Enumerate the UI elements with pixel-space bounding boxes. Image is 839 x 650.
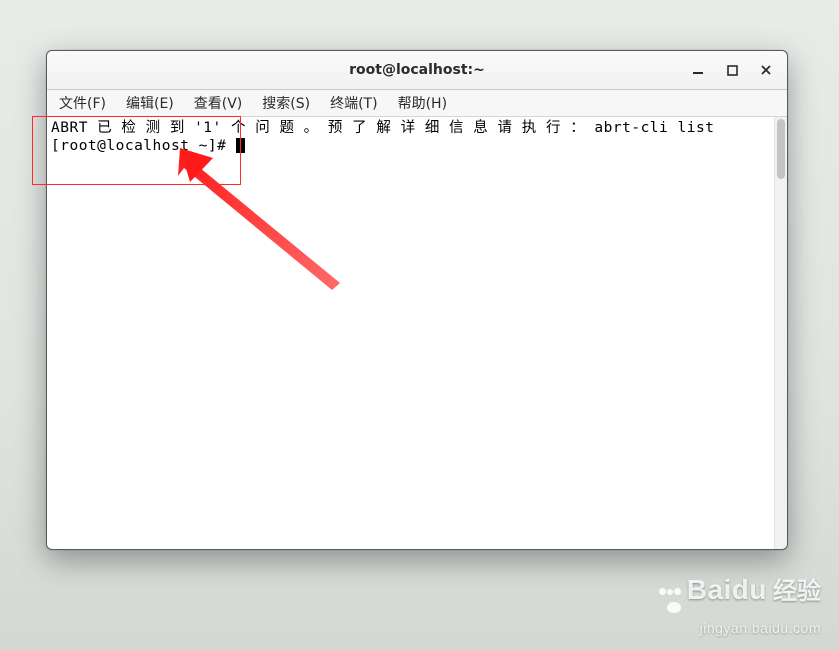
close-button[interactable] [749,55,783,85]
terminal[interactable]: ABRT 已 检 测 到 '1' 个 问 题 。 预 了 解 详 细 信 息 请… [47,117,774,549]
menu-file[interactable]: 文件(F) [53,91,112,115]
terminal-window: root@localhost:~ 文件(F) 编辑(E) 查看(V) 搜索(S)… [46,50,788,550]
menu-search[interactable]: 搜索(S) [256,91,316,115]
terminal-cursor [236,138,245,153]
scrollbar-thumb[interactable] [777,119,785,179]
window-controls [681,55,783,85]
scrollbar[interactable] [774,117,787,549]
terminal-output-line: ABRT 已 检 测 到 '1' 个 问 题 。 预 了 解 详 细 信 息 请… [51,120,714,136]
watermark-url: jingyan.baidu.com [658,620,821,636]
watermark-cn: 经验 [773,571,821,606]
paw-icon [658,582,681,618]
watermark: Baidu 经验 jingyan.baidu.com [658,571,821,636]
menu-edit[interactable]: 编辑(E) [120,91,180,115]
menubar: 文件(F) 编辑(E) 查看(V) 搜索(S) 终端(T) 帮助(H) [47,90,787,117]
terminal-prompt: [root@localhost ~]# [51,138,236,154]
minimize-button[interactable] [681,55,715,85]
titlebar: root@localhost:~ [47,51,787,90]
menu-view[interactable]: 查看(V) [188,91,249,115]
menu-terminal[interactable]: 终端(T) [324,91,383,115]
watermark-brand: Baidu [687,574,767,606]
terminal-area: ABRT 已 检 测 到 '1' 个 问 题 。 预 了 解 详 细 信 息 请… [47,117,787,549]
menu-help[interactable]: 帮助(H) [392,91,453,115]
maximize-button[interactable] [715,55,749,85]
window-title: root@localhost:~ [47,62,787,78]
